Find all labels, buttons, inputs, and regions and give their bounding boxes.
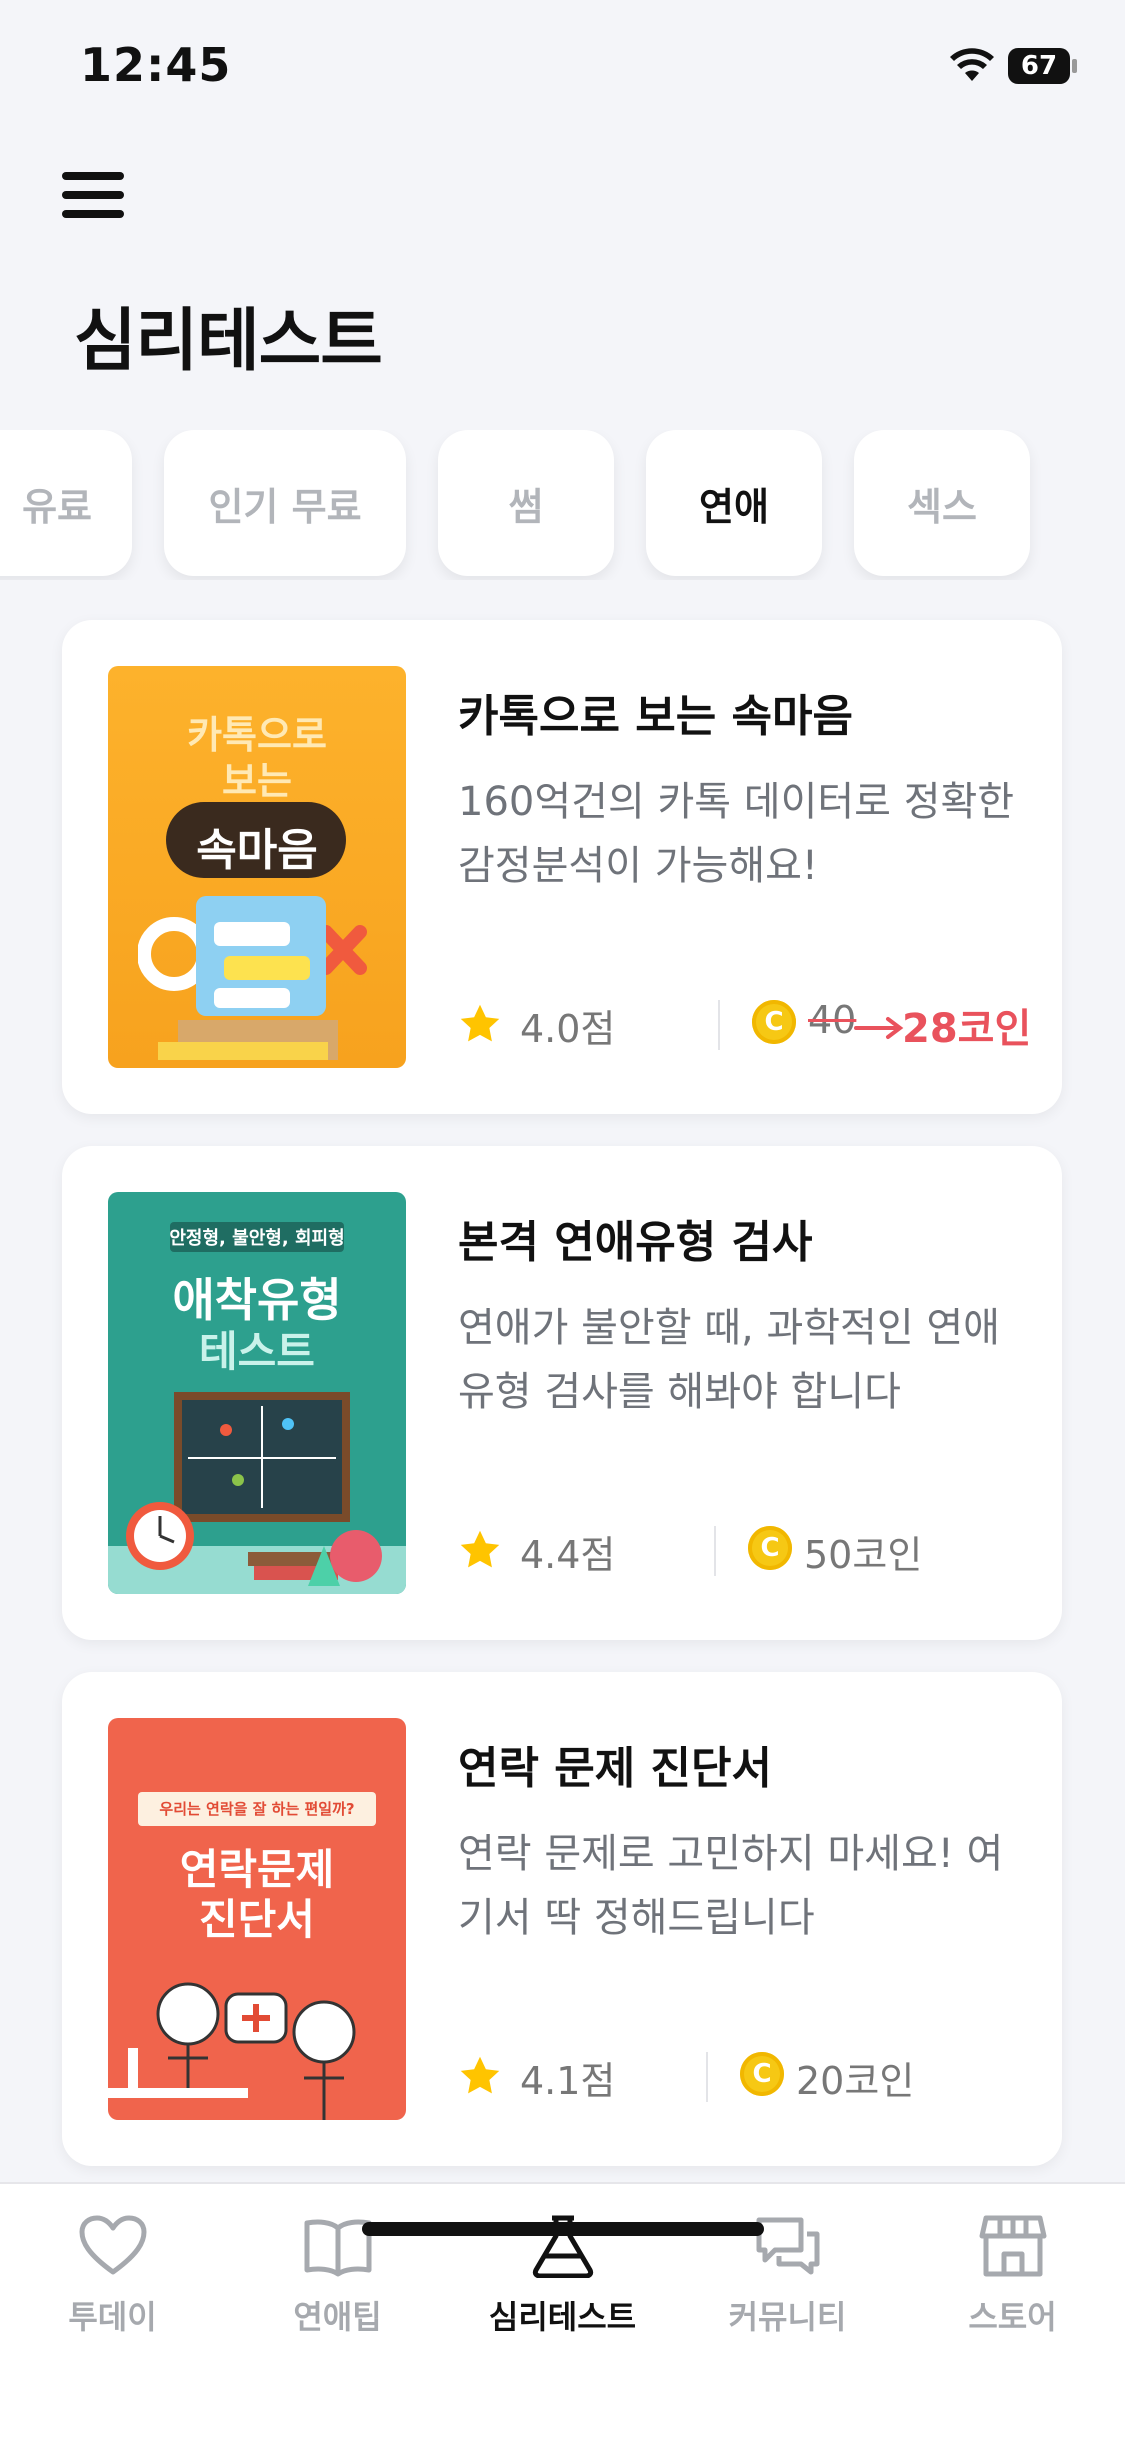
tab-today[interactable]: 투데이 <box>0 2214 225 2364</box>
menu-icon[interactable] <box>62 172 128 226</box>
bottom-tab-bar: 투데이 연애팁 심리테스트 커뮤니티 스토어 <box>0 2182 1125 2438</box>
consultation-illustration <box>108 1982 356 2120</box>
test-rating: 4.4점 <box>520 1533 616 1577</box>
status-bar: 12:45 67 <box>0 0 1125 130</box>
original-price: 40 <box>808 998 857 1042</box>
meta-divider <box>714 1526 716 1576</box>
book-icon <box>304 2219 371 2277</box>
chip-sex[interactable]: 섹스 <box>854 430 1030 576</box>
coin-icon: C <box>752 1000 796 1044</box>
test-title: 연락 문제 진단서 <box>458 1743 772 1794</box>
test-rating: 4.1점 <box>520 2059 616 2103</box>
status-time: 12:45 <box>80 38 232 92</box>
test-meta: 4.4점 C 50코인 <box>458 1520 1018 1580</box>
coin-icon: C <box>740 2052 784 2096</box>
test-card[interactable]: 안정형, 불안형, 회피형 애착유형 테스트 본격 연애유형 검사 연애가 불안… <box>62 1146 1062 1640</box>
chalkboard-illustration <box>108 1392 406 1594</box>
meta-divider <box>706 2052 708 2102</box>
test-card[interactable]: 우리는 연락을 잘 하는 편일까? 연락문제 진단서 연락 문제 진단서 연락 … <box>62 1672 1062 2166</box>
star-icon <box>460 2056 500 2094</box>
wifi-icon <box>950 48 994 81</box>
sale-price: 28코인 <box>902 1006 1032 1052</box>
test-price: 50코인 <box>804 1533 923 1577</box>
meta-divider <box>718 1000 720 1050</box>
chip-popular-free[interactable]: 인기 무료 <box>164 430 406 576</box>
chip-paid[interactable]: 유료 <box>0 430 132 576</box>
arrow-icon <box>854 1017 904 1039</box>
coin-icon: C <box>748 1526 792 1570</box>
test-meta: 4.0점 C 40 28코인 <box>458 994 1031 1054</box>
tab-community[interactable]: 커뮤니티 <box>675 2214 900 2364</box>
test-description: 연애가 불안할 때, 과학적인 연애 유형 검사를 해봐야 합니다 <box>458 1305 1000 1415</box>
category-chips: 유료 인기 무료 썸 연애 섹스 <box>0 430 1125 580</box>
star-icon <box>460 1004 500 1042</box>
chip-some[interactable]: 썸 <box>438 430 614 576</box>
phone-illustration <box>138 896 367 1060</box>
test-thumbnail: 카톡으로 보는 속마음 <box>108 666 406 1068</box>
test-title: 카톡으로 보는 속마음 <box>458 691 853 742</box>
home-indicator <box>362 2222 764 2236</box>
tab-love-tips[interactable]: 연애팁 <box>225 2214 450 2364</box>
test-meta: 4.1점 C 20코인 <box>458 2046 1018 2106</box>
test-thumbnail: 안정형, 불안형, 회피형 애착유형 테스트 <box>108 1192 406 1594</box>
store-icon <box>979 2215 1046 2277</box>
star-icon <box>460 1530 500 1568</box>
heart-icon <box>79 2215 146 2275</box>
test-title: 본격 연애유형 검사 <box>458 1217 813 1268</box>
page-title: 심리테스트 <box>74 302 383 381</box>
test-description: 연락 문제로 고민하지 마세요! 여기서 딱 정해드립니다 <box>458 1831 1004 1941</box>
test-thumbnail: 우리는 연락을 잘 하는 편일까? 연락문제 진단서 <box>108 1718 406 2120</box>
test-card[interactable]: 카톡으로 보는 속마음 카톡으로 보는 속마음 160억건의 카톡 데이터로 정… <box>62 620 1062 1114</box>
chip-love[interactable]: 연애 <box>646 430 822 576</box>
tab-psych-test[interactable]: 심리테스트 <box>450 2214 675 2364</box>
battery-level: 67 <box>1020 51 1058 81</box>
chat-icon <box>756 2217 819 2275</box>
battery-icon: 67 <box>1008 48 1078 84</box>
test-description: 160억건의 카톡 데이터로 정확한 감정분석이 가능해요! <box>458 779 1015 889</box>
test-rating: 4.0점 <box>520 1007 616 1051</box>
tab-store[interactable]: 스토어 <box>900 2214 1125 2364</box>
test-price: 20코인 <box>796 2059 915 2103</box>
